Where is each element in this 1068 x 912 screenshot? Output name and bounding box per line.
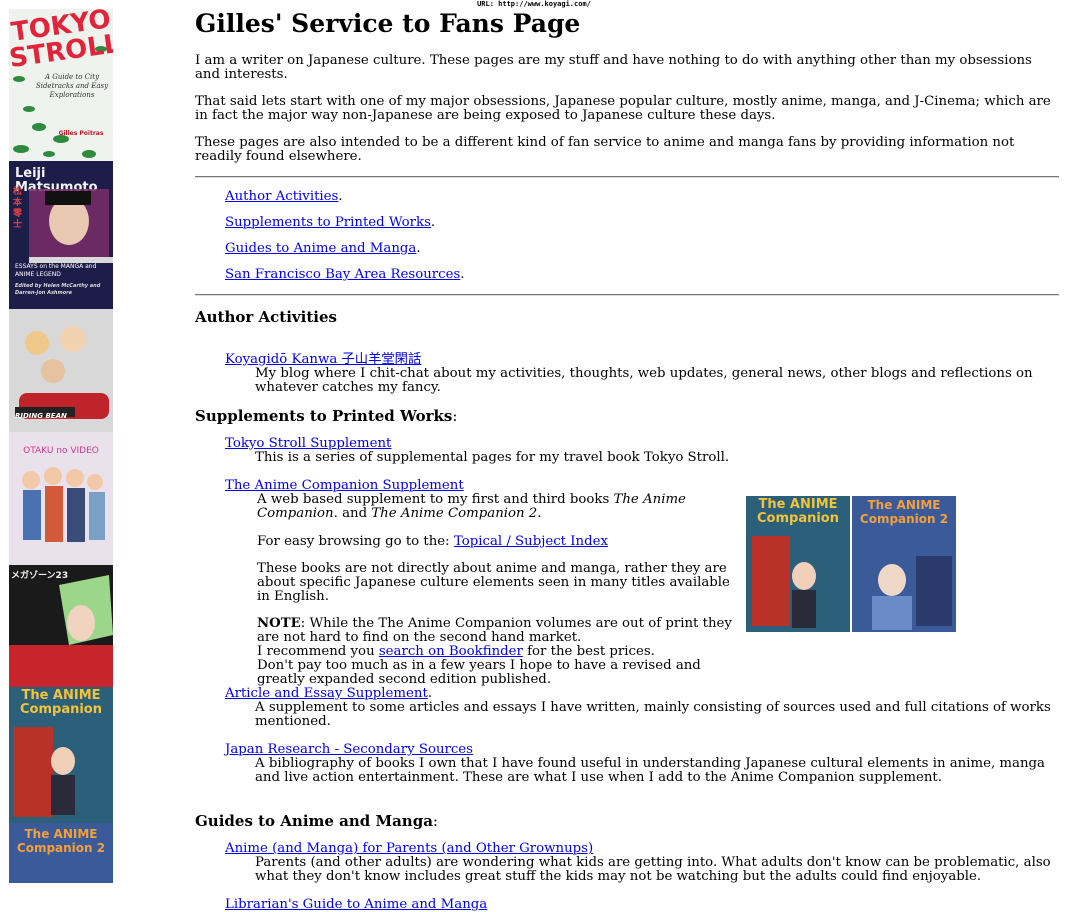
toc-item: San Francisco Bay Area Resources.: [225, 267, 465, 282]
bookfinder-link[interactable]: search on Bookfinder: [379, 644, 523, 659]
toc-link-supplements[interactable]: Supplements to Printed Works: [225, 215, 431, 230]
author-list: Koyagidō Kanwa 子山羊堂閑話 My blog where I ch…: [195, 353, 1059, 395]
divider: [195, 294, 1059, 296]
cover-megazone-23[interactable]: メガゾーン23: [9, 565, 113, 687]
page-title: Gilles' Service to Fans Page: [195, 9, 581, 38]
tokyo-stroll-description: This is a series of supplemental pages f…: [255, 450, 730, 465]
url-header: URL: http://www.koyagi.com/: [477, 0, 591, 8]
blog-description: My blog where I chit-chat about my activ…: [255, 366, 1033, 395]
topical-index-link[interactable]: Topical / Subject Index: [454, 534, 608, 549]
note-paragraph: NOTE: While the The Anime Companion volu…: [257, 616, 732, 687]
cover-leiji-eds: Edited by Helen McCarthy and Darren-Jon …: [15, 283, 101, 296]
cover-megazone-art: [9, 575, 113, 687]
cover-anime-companion-2[interactable]: The ANIME Companion 2: [9, 823, 113, 883]
companion-intro: A web based supplement to my first and t…: [257, 492, 686, 521]
section-heading-supplements: Supplements to Printed Works:: [195, 407, 458, 425]
article-essay-supplement-link[interactable]: Article and Essay Supplement: [225, 686, 428, 701]
cover-otaku-no-video[interactable]: OTAKU no VIDEO: [9, 432, 113, 565]
inline-cover-title-2: The ANIME Companion 2: [859, 498, 949, 526]
section-heading-guides: Guides to Anime and Manga:: [195, 812, 438, 830]
inline-cover-title-1: The ANIME Companion: [757, 497, 839, 526]
toc-link-guides[interactable]: Guides to Anime and Manga: [225, 241, 416, 256]
main-content: Gilles' Service to Fans Page I am a writ…: [195, 10, 1059, 912]
browse-line: For easy browsing go to the: Topical / S…: [257, 534, 608, 549]
cover-tokyo-stroll[interactable]: TOKYO STROLL A Guide to City Sidetracks …: [9, 9, 113, 161]
japan-research-description: A bibliography of books I own that I hav…: [255, 756, 1045, 785]
blog-link[interactable]: Koyagidō Kanwa 子山羊堂閑話: [225, 352, 421, 367]
section-heading-author: Author Activities: [195, 308, 337, 326]
cover-leiji-sub: ESSAYS on the MANGA and ANIME LEGEND: [15, 263, 97, 278]
supplements-list: Tokyo Stroll Supplement This is a series…: [195, 437, 1059, 785]
toc-link-author-activities[interactable]: Author Activities: [225, 189, 338, 204]
inline-cover-anime-companion-2[interactable]: The ANIME Companion 2: [852, 496, 956, 632]
intro-paragraph-2: That said lets start with one of my majo…: [195, 94, 1051, 123]
cover-tokyo-sub: A Guide to City Sidetracks and Easy Expl…: [35, 73, 109, 99]
tokyo-stroll-supplement-link[interactable]: Tokyo Stroll Supplement: [225, 436, 391, 451]
cover-companion-art: [13, 727, 75, 817]
article-essay-description: A supplement to some articles and essays…: [255, 700, 1051, 729]
toc-item: Guides to Anime and Manga.: [225, 241, 421, 256]
divider: [195, 176, 1059, 178]
cover-riding-bean[interactable]: RIDING BEAN: [9, 309, 113, 432]
not-about-paragraph: These books are not directly about anime…: [257, 561, 730, 604]
table-of-contents: Author Activities. Supplements to Printe…: [225, 190, 1059, 282]
anime-companion-description: A web based supplement to my first and t…: [257, 493, 737, 687]
cover-anime-companion[interactable]: The ANIME Companion: [9, 687, 113, 823]
cover-otaku-art: [22, 467, 105, 542]
cover-riding-bean-title: RIDING BEAN: [15, 412, 67, 420]
toc-link-sf-bay-area[interactable]: San Francisco Bay Area Resources: [225, 267, 460, 282]
inline-cover-anime-companion[interactable]: The ANIME Companion: [746, 496, 850, 632]
toc-item: Supplements to Printed Works.: [225, 215, 436, 230]
cover-tokyo-author: Gilles Poitras: [58, 130, 104, 137]
toc-item: Author Activities.: [225, 189, 343, 204]
cover-leiji-matsumoto[interactable]: Leiji Matsumoto 松本零士 ESSAYS on the MANGA…: [9, 161, 113, 309]
intro-paragraph-1: I am a writer on Japanese culture. These…: [195, 53, 1032, 82]
librarian-guide-link[interactable]: Librarian's Guide to Anime and Manga: [225, 897, 487, 912]
sidebar-covers: TOKYO STROLL A Guide to City Sidetracks …: [9, 9, 113, 883]
anime-companion-supplement-link[interactable]: The Anime Companion Supplement: [225, 478, 464, 493]
intro-paragraph-3: These pages are also intended to be a di…: [195, 135, 1015, 164]
parents-guide-link[interactable]: Anime (and Manga) for Parents (and Other…: [225, 841, 593, 856]
guides-list: Anime (and Manga) for Parents (and Other…: [195, 842, 1059, 912]
parents-guide-description: Parents (and other adults) are wondering…: [255, 855, 1051, 884]
japan-research-link[interactable]: Japan Research - Secondary Sources: [225, 742, 473, 757]
cover-companion2-title: The ANIME Companion 2: [16, 827, 106, 855]
